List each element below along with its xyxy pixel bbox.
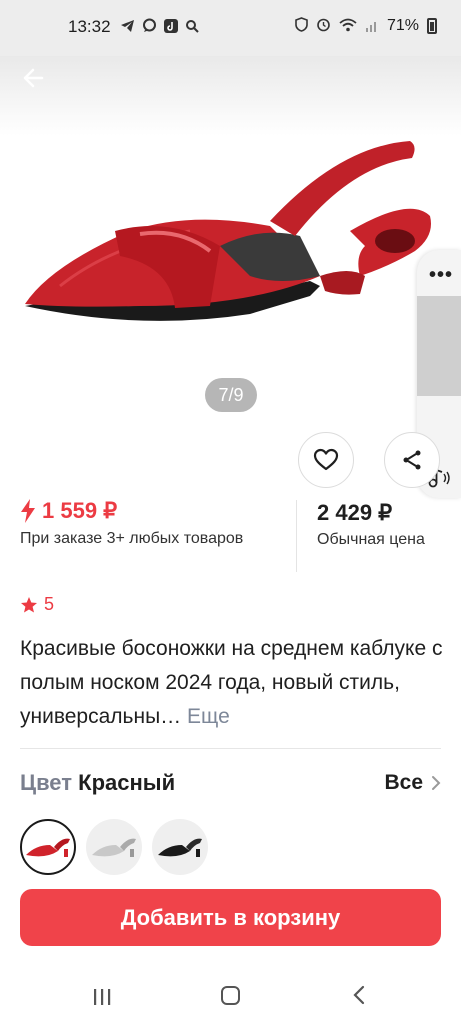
- regular-price-block: 2 429 ₽ Обычная цена: [317, 500, 425, 549]
- swatch-silver[interactable]: [86, 819, 142, 875]
- color-selector-header[interactable]: Цвет Красный Все: [20, 770, 441, 796]
- product-description[interactable]: Красивые босоножки на среднем каблуке с …: [20, 632, 444, 734]
- all-colors-label: Все: [384, 771, 423, 794]
- star-icon: [21, 596, 37, 612]
- color-value: Красный: [78, 770, 176, 795]
- all-colors-link[interactable]: Все: [384, 771, 441, 795]
- swatch-red[interactable]: [20, 819, 76, 875]
- chevron-right-icon: [432, 776, 441, 790]
- battery-icon: [427, 18, 437, 34]
- alarm-icon: [316, 17, 331, 35]
- description-text: Красивые босоножки на среднем каблуке с …: [20, 637, 443, 728]
- arrow-left-icon: [23, 68, 44, 88]
- search-icon: [185, 19, 199, 36]
- sale-price: 1 559 ₽: [20, 498, 250, 524]
- swatch-black-image: [158, 838, 202, 857]
- add-to-cart-button[interactable]: Добавить в корзину: [20, 889, 441, 946]
- home-icon[interactable]: [221, 986, 240, 1005]
- tiktok-icon: [164, 18, 178, 36]
- color-swatches: [20, 819, 208, 875]
- battery-percent: 71%: [386, 17, 419, 34]
- price-divider: [296, 500, 297, 572]
- section-divider: [20, 748, 441, 749]
- gallery-page-indicator: 7/9: [205, 378, 257, 412]
- system-nav-bar: [0, 968, 461, 1024]
- share-icon: [403, 450, 421, 470]
- chat-icon: [142, 18, 157, 36]
- regular-price-value: 2 429 ₽: [317, 500, 393, 525]
- product-image[interactable]: [20, 136, 440, 336]
- swatch-red-image: [26, 838, 70, 857]
- vpn-icon: [295, 17, 308, 35]
- telegram-icon: [120, 19, 135, 36]
- color-key: Цвет: [20, 770, 73, 795]
- color-label: Цвет Красный: [20, 770, 175, 796]
- back-button[interactable]: [20, 64, 48, 92]
- favorite-button[interactable]: [298, 432, 354, 488]
- back-nav-icon[interactable]: [352, 985, 366, 1005]
- wifi-icon: [339, 18, 357, 35]
- signal-icon: [365, 18, 379, 35]
- recent-apps-icon[interactable]: [92, 988, 112, 1006]
- share-button[interactable]: [384, 432, 440, 488]
- side-panel-track: [417, 296, 461, 396]
- description-more-link[interactable]: Еще: [187, 705, 230, 728]
- status-bar: 13:32 71%: [0, 0, 461, 56]
- regular-price-note: Обычная цена: [317, 531, 425, 548]
- sale-price-block: 1 559 ₽ При заказе 3+ любых товаров: [20, 498, 250, 549]
- heart-icon: [313, 448, 339, 471]
- swatch-silver-image: [92, 838, 136, 857]
- sale-price-note: При заказе 3+ любых товаров: [20, 530, 244, 547]
- rating-value: 5: [44, 594, 55, 614]
- status-system-icons: 71%: [295, 17, 437, 35]
- status-time: 13:32: [68, 17, 111, 36]
- rating[interactable]: 5: [20, 594, 54, 615]
- sale-price-value: 1 559 ₽: [42, 498, 118, 523]
- status-notification-icons: [120, 18, 199, 36]
- lightning-icon: [21, 499, 35, 523]
- more-dots-icon[interactable]: •••: [429, 264, 453, 287]
- swatch-black[interactable]: [152, 819, 208, 875]
